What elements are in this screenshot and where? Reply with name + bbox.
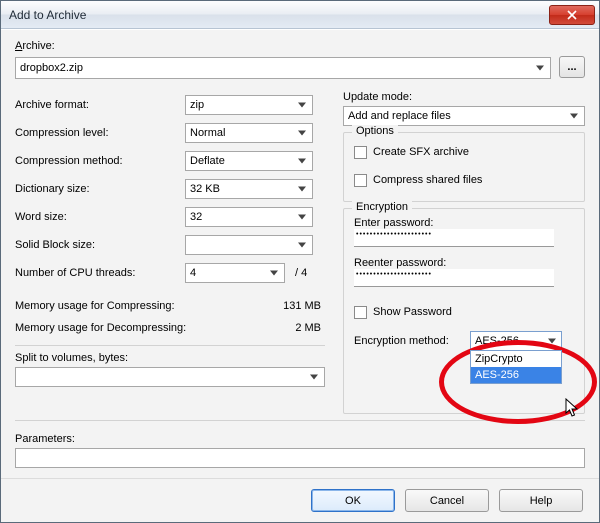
enc-method-value: AES-256 [475,335,519,347]
titlebar: Add to Archive [1,1,599,29]
dict-value: 32 KB [190,183,220,195]
browse-label: ... [567,61,576,73]
show-pw-checkbox[interactable] [354,306,367,319]
dialog-window: Add to Archive Archive: dropbox2.zip ...… [0,0,600,523]
browse-button[interactable]: ... [559,56,585,78]
mem-decomp-label: Memory usage for Decompressing: [15,322,275,334]
enc-option-aes256[interactable]: AES-256 [471,367,561,383]
reenter-pw-mask: •••••••••••••••••••••• [356,271,432,278]
mem-comp-value: 131 MB [275,300,325,312]
mem-decomp-value: 2 MB [275,322,325,334]
update-label: Update mode: [343,91,585,103]
method-select[interactable]: Deflate [185,151,313,171]
method-value: Deflate [190,155,225,167]
cancel-label: Cancel [430,495,464,507]
threads-label: Number of CPU threads: [15,267,185,279]
ok-label: OK [345,495,361,507]
update-value: Add and replace files [348,110,451,122]
word-label: Word size: [15,211,185,223]
block-label: Solid Block size: [15,239,185,251]
update-section: Update mode: Add and replace files [343,91,585,126]
parameters-section: Parameters: [15,433,585,468]
options-title: Options [352,125,398,137]
method-label: Compression method: [15,155,185,167]
threads-suffix: / 4 [295,267,307,279]
enter-pw-label: Enter password: [354,217,574,229]
cursor-icon [565,398,579,418]
sfx-checkbox[interactable] [354,146,367,159]
help-label: Help [530,495,553,507]
shared-label: Compress shared files [373,174,482,186]
dialog-footer: OK Cancel Help [1,478,599,522]
left-column: Archive format: zip Compression level: N… [15,91,325,414]
enter-pw-mask: •••••••••••••••••••••• [356,231,432,238]
cancel-button[interactable]: Cancel [405,489,489,512]
enc-method-select[interactable]: AES-256 [470,331,562,351]
archive-path-combo[interactable]: dropbox2.zip [15,57,551,79]
archive-path-value: dropbox2.zip [20,62,83,74]
update-select[interactable]: Add and replace files [343,106,585,126]
close-icon [567,10,577,20]
level-select[interactable]: Normal [185,123,313,143]
options-group: Options Create SFX archive Compress shar… [343,132,585,202]
enc-method-dropdown: ZipCrypto AES-256 [470,350,562,384]
dict-select[interactable]: 32 KB [185,179,313,199]
format-select[interactable]: zip [185,95,313,115]
format-value: zip [190,99,204,111]
dict-label: Dictionary size: [15,183,185,195]
threads-value: 4 [190,267,196,279]
enc-option-zipcrypto[interactable]: ZipCrypto [471,351,561,367]
encryption-title: Encryption [352,201,412,213]
archive-label: Archive: [15,40,55,52]
encryption-group: Encryption Enter password: •••••••••••••… [343,208,585,414]
sfx-label: Create SFX archive [373,146,469,158]
split-combo[interactable] [15,367,325,387]
parameters-input[interactable] [15,448,585,468]
close-button[interactable] [549,5,595,25]
shared-checkbox[interactable] [354,174,367,187]
word-select[interactable]: 32 [185,207,313,227]
mem-comp-label: Memory usage for Compressing: [15,300,275,312]
parameters-label: Parameters: [15,433,585,445]
reenter-pw-input[interactable]: •••••••••••••••••••••• [354,269,554,287]
right-column: Update mode: Add and replace files Optio… [343,91,585,414]
show-pw-label: Show Password [373,306,452,318]
split-label: Split to volumes, bytes: [15,352,325,364]
enc-method-label: Encryption method: [354,335,462,347]
level-label: Compression level: [15,127,185,139]
ok-button[interactable]: OK [311,489,395,512]
reenter-pw-label: Reenter password: [354,257,574,269]
archive-section: Archive: dropbox2.zip ... [15,40,585,79]
level-value: Normal [190,127,225,139]
word-value: 32 [190,211,202,223]
format-label: Archive format: [15,99,185,111]
help-button[interactable]: Help [499,489,583,512]
block-select[interactable] [185,235,313,255]
threads-select[interactable]: 4 [185,263,285,283]
enter-pw-input[interactable]: •••••••••••••••••••••• [354,229,554,247]
client-area: Archive: dropbox2.zip ... Archive format… [1,29,599,478]
window-title: Add to Archive [9,8,549,22]
